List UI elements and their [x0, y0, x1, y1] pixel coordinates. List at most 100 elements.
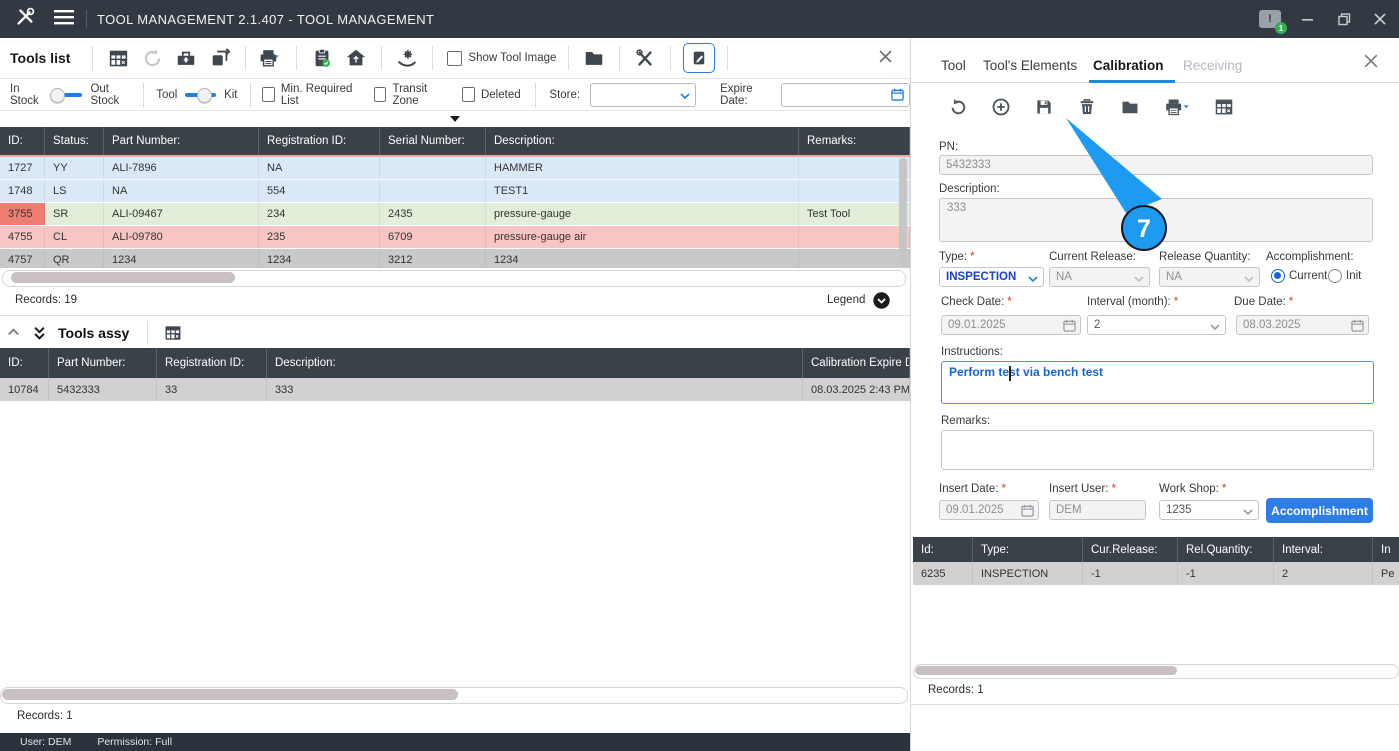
column-header[interactable]: Registration ID:	[157, 348, 267, 378]
tools-crossed-icon[interactable]	[632, 45, 658, 71]
column-header[interactable]: Part Number:	[104, 127, 259, 155]
min-required-label: Min. Required List	[280, 82, 353, 107]
tab-tools-elements[interactable]: Tool's Elements	[983, 58, 1077, 73]
column-header[interactable]: Status:	[45, 127, 104, 155]
refresh-icon[interactable]	[945, 94, 971, 120]
column-header[interactable]: Serial Number:	[380, 127, 486, 155]
minimize-button[interactable]	[1299, 10, 1317, 28]
deleted-checkbox[interactable]	[462, 87, 475, 102]
column-header[interactable]: Registration ID:	[259, 127, 380, 155]
horizontal-scrollbar[interactable]	[913, 664, 1399, 679]
column-header[interactable]: Type:	[973, 537, 1083, 562]
save-icon[interactable]	[1031, 94, 1057, 120]
type-select[interactable]: INSPECTION	[939, 267, 1044, 287]
table-cell: 2	[1274, 562, 1373, 585]
print-icon[interactable]	[1160, 94, 1194, 120]
table-row[interactable]: 1727 YY ALI-7896 NA HAMMER	[0, 157, 910, 180]
table-header-row: ID: Part Number: Registration ID: Descripti…	[0, 348, 910, 378]
table-row[interactable]: 1748 LS NA 554 TEST1	[0, 180, 910, 203]
table-cell	[799, 157, 910, 179]
tab-calibration[interactable]: Calibration	[1093, 58, 1164, 73]
accomplishment-button[interactable]: Accomplishment	[1266, 498, 1373, 523]
column-header[interactable]: Calibration Expire Da	[803, 348, 910, 378]
delete-icon[interactable]	[1074, 94, 1100, 120]
table-row[interactable]: 10784 5432333 33 333 08.03.2025 2:43 PM	[0, 378, 910, 401]
folder-icon[interactable]	[581, 45, 607, 71]
column-header[interactable]: Id:	[913, 537, 973, 562]
show-tool-image-checkbox[interactable]	[447, 50, 463, 66]
radio-current[interactable]	[1271, 269, 1285, 283]
legend-expander-icon[interactable]	[872, 291, 891, 315]
print-icon[interactable]	[258, 45, 284, 71]
statusbar-permission: Permission: Full	[97, 736, 173, 748]
table-cell: 10784	[0, 378, 49, 401]
hand-gear-service-icon[interactable]	[394, 45, 420, 71]
transit-zone-checkbox[interactable]	[373, 87, 387, 102]
separator	[568, 46, 570, 70]
stock-toggle[interactable]	[49, 87, 83, 103]
table-cell: 08.03.2025 2:43 PM	[803, 378, 910, 401]
splitter-collapse-arrow[interactable]	[450, 116, 460, 122]
table-row[interactable]: 4755 CL ALI-09780 235 6709 pressure-gauge air	[0, 226, 910, 249]
chevron-up-icon[interactable]	[0, 320, 26, 346]
tab-tool[interactable]: Tool	[941, 58, 966, 73]
titlebar: TOOL MANAGEMENT 2.1.407 - TOOL MANAGEMEN…	[0, 0, 1399, 38]
warehouse-home-icon[interactable]	[343, 45, 369, 71]
column-header[interactable]: Description:	[267, 348, 803, 378]
store-select[interactable]	[590, 82, 697, 107]
description-field: 333	[939, 198, 1373, 242]
radio-init[interactable]	[1328, 269, 1342, 283]
grid-view-icon[interactable]	[160, 320, 186, 346]
scrollbar-thumb[interactable]	[11, 272, 235, 283]
double-chevron-down-icon[interactable]	[26, 320, 52, 346]
grid-view-icon[interactable]	[1211, 94, 1237, 120]
work-shop-select[interactable]: 1235	[1159, 500, 1259, 520]
interval-label: Interval (month): *	[1087, 296, 1179, 308]
column-header[interactable]: ID:	[0, 127, 45, 155]
calibration-table: Id: Type: Cur.Release: Rel.Quantity: Interva…	[913, 537, 1399, 586]
vertical-scrollbar[interactable]	[899, 158, 907, 266]
grid-view-icon[interactable]	[105, 45, 131, 71]
show-tool-image-label: Show Tool Image	[468, 52, 557, 64]
column-header[interactable]: Interval:	[1274, 537, 1373, 562]
notifications-icon[interactable]: ! 1	[1259, 10, 1287, 34]
instructions-field[interactable]: Perform test via bench test	[941, 361, 1374, 404]
copy-export-icon[interactable]	[207, 45, 233, 71]
close-panel-icon[interactable]	[1364, 54, 1378, 73]
scrollbar-thumb[interactable]	[915, 666, 1177, 675]
table-row[interactable]: 4757 QR 1234 1234 3212 1234	[0, 249, 910, 268]
separator	[432, 46, 434, 70]
add-icon[interactable]	[988, 94, 1014, 120]
folder-icon[interactable]	[1117, 94, 1143, 120]
table-cell: 1234	[486, 249, 799, 268]
separator	[147, 320, 149, 345]
expire-date-input[interactable]	[781, 82, 910, 107]
column-header[interactable]: In	[1373, 537, 1399, 562]
table-cell: 235	[259, 226, 380, 248]
column-header[interactable]: Description:	[486, 127, 799, 155]
column-header[interactable]: Rel.Quantity:	[1178, 537, 1274, 562]
table-cell: LS	[45, 180, 104, 202]
column-header[interactable]: Part Number:	[49, 348, 157, 378]
horizontal-scrollbar[interactable]	[0, 687, 908, 704]
scrollbar-thumb[interactable]	[2, 689, 458, 700]
separator	[249, 82, 251, 107]
table-row[interactable]: 3755 SR ALI-09467 234 2435 pressure-gauge Test…	[0, 203, 910, 226]
remarks-field[interactable]	[941, 430, 1374, 470]
clipboard-tasks-icon[interactable]	[309, 45, 335, 71]
toolbox-icon[interactable]	[173, 45, 199, 71]
edit-tool-button-active[interactable]	[683, 43, 716, 73]
restore-button[interactable]	[1335, 10, 1353, 28]
tool-kit-toggle[interactable]	[185, 87, 217, 103]
close-window-button[interactable]	[1371, 10, 1389, 28]
min-required-checkbox[interactable]	[262, 87, 275, 102]
menu-hamburger-icon[interactable]	[54, 9, 74, 30]
column-header[interactable]: Cur.Release:	[1083, 537, 1178, 562]
table-row[interactable]: 6235 INSPECTION -1 -1 2 Pe	[913, 562, 1399, 585]
table-cell: 5432333	[49, 378, 157, 401]
close-tools-list-icon[interactable]	[879, 50, 892, 68]
column-header[interactable]: ID:	[0, 348, 49, 378]
horizontal-scrollbar[interactable]	[2, 270, 906, 287]
column-header[interactable]: Remarks:	[799, 127, 910, 155]
interval-select[interactable]: 2	[1087, 315, 1226, 335]
